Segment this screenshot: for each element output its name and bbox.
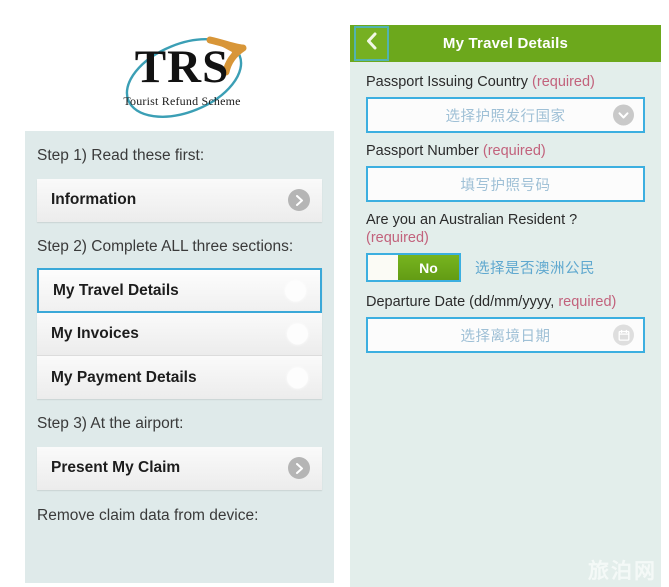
passport-number-placeholder: 填写护照号码 [460,177,551,194]
list-item-label: Information [51,191,137,208]
chevron-right-icon[interactable] [288,457,310,479]
passport-number-label-text: Passport Number [366,143,483,159]
trs-logo: TRS Tourist Refund Scheme [92,24,272,126]
chevron-down-icon[interactable] [613,104,634,126]
status-dot-icon [287,323,308,345]
passport-country-select[interactable]: 选择护照发行国家 [366,97,645,133]
form-body: Passport Issuing Country (required) 选择护照… [350,62,661,353]
departure-date-label-text: Departure Date (dd/mm/yyyy, [366,294,559,310]
list-item-label: My Payment Details [51,368,197,386]
passport-country-placeholder: 选择护照发行国家 [445,108,566,125]
calendar-icon[interactable] [613,324,634,346]
list-item-label: My Invoices [51,325,139,342]
logo-wordmark: TRS [134,41,230,93]
screen-header: My Travel Details [350,25,661,62]
watermark: 旅泊网 [588,559,657,583]
toggle-knob[interactable] [368,255,398,280]
step-2-label: Step 2) Complete ALL three sections: [37,237,294,255]
australian-resident-hint: 选择是否澳洲公民 [475,261,595,277]
list-item-information[interactable]: Information [37,178,322,222]
logo-tagline: Tourist Refund Scheme [123,94,241,108]
home-steps-card: Step 1) Read these first: Information St… [25,131,334,583]
list-item-present-my-claim[interactable]: Present My Claim [37,446,322,490]
status-dot-icon [287,367,308,388]
trs-logo-container: TRS Tourist Refund Scheme [0,18,344,128]
toggle-value: No [398,255,459,280]
right-panel-travel-details-screen: My Travel Details Passport Issuing Count… [350,25,661,587]
back-button[interactable] [354,26,389,61]
required-marker: required) [558,294,617,310]
departure-date-placeholder: 选择离境日期 [460,328,551,345]
list-item-my-payment-details[interactable]: My Payment Details [37,356,322,399]
list-item-label: Present My Claim [51,459,181,476]
australian-resident-row: No 选择是否澳洲公民 [366,253,645,282]
step-2-list: My Travel Details My Invoices My Payment… [37,268,322,399]
passport-number-input[interactable]: 填写护照号码 [366,166,645,202]
step-1-list: Information [37,178,322,222]
australian-resident-label: Are you an Australian Resident ? (require… [366,211,645,247]
required-marker: (required) [482,143,546,159]
departure-date-picker[interactable]: 选择离境日期 [366,317,645,353]
required-marker: (required) [532,74,595,90]
passport-number-label: Passport Number (required) [366,142,645,160]
list-item-label: My Travel Details [53,281,179,299]
step-3-list: Present My Claim [37,446,322,490]
australian-resident-toggle[interactable]: No [366,253,461,282]
chevron-left-icon [365,32,378,55]
passport-country-label-text: Passport Issuing Country [366,74,533,90]
departure-date-label: Departure Date (dd/mm/yyyy, required) [366,293,645,311]
required-marker: (required) [366,230,429,246]
page-title: My Travel Details [442,35,569,52]
australian-resident-label-text: Are you an Australian Resident ? [366,212,578,228]
list-item-my-travel-details[interactable]: My Travel Details [37,268,322,313]
remove-claim-data-label: Remove claim data from device: [37,506,259,524]
left-panel-home-screen: TRS Tourist Refund Scheme Step 1) Read t… [0,0,344,587]
step-1-label: Step 1) Read these first: [37,147,205,164]
passport-country-label: Passport Issuing Country (required) [366,73,645,91]
step-3-label: Step 3) At the airport: [37,415,184,432]
chevron-right-icon[interactable] [288,189,310,211]
list-item-my-invoices[interactable]: My Invoices [37,313,322,356]
status-dot-icon [285,280,306,301]
